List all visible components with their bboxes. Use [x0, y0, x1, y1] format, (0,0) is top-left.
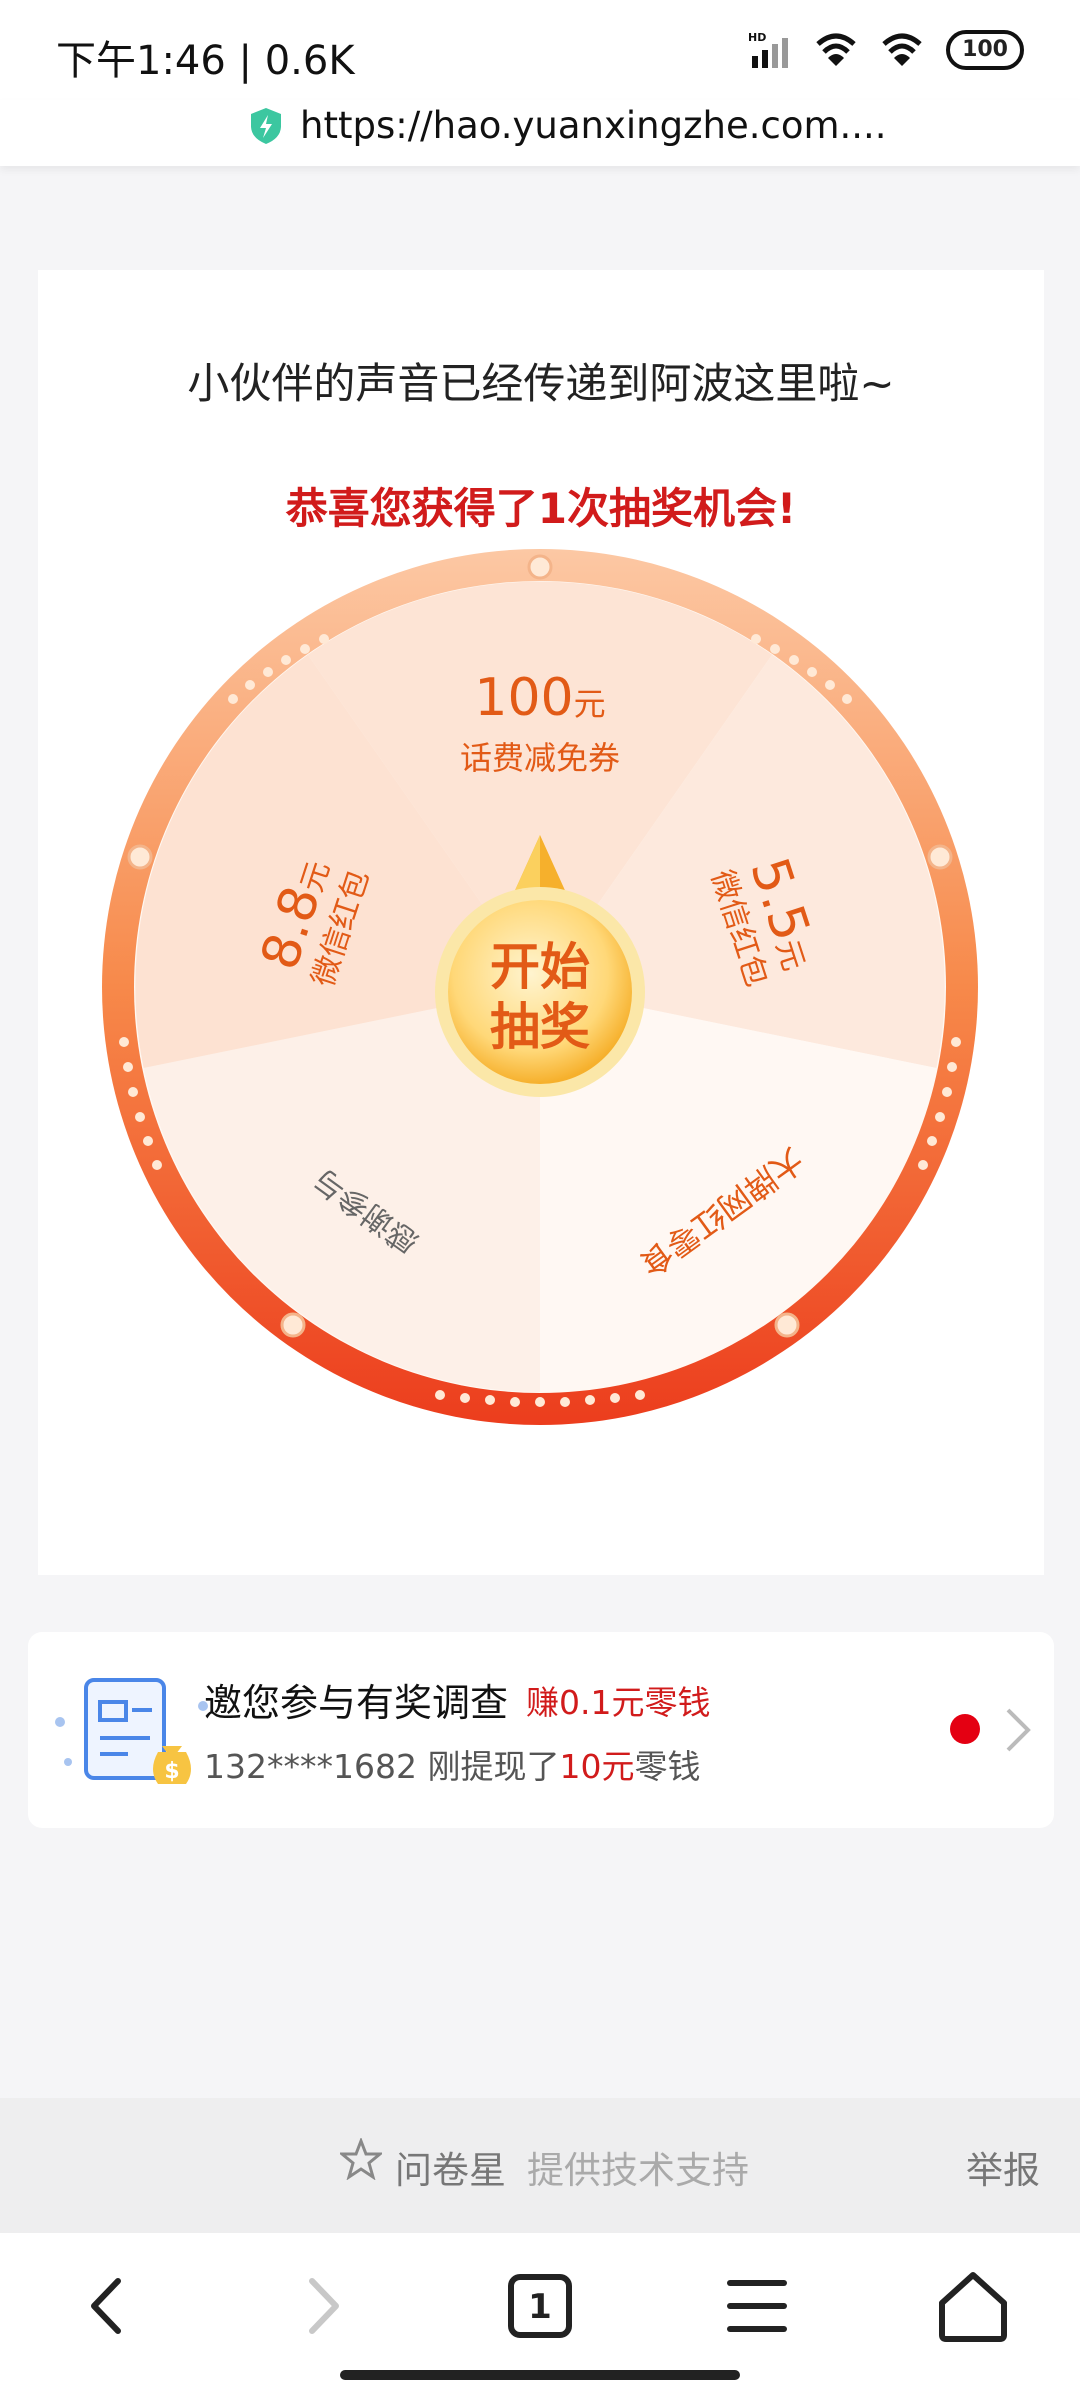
chevron-right-icon[interactable] [998, 1702, 1038, 1758]
address-bar[interactable]: https://hao.yuanxingzhe.com.... [0, 100, 1080, 166]
page-title: 小伙伴的声音已经传递到阿波这里啦~ [187, 359, 895, 408]
lottery-card: 小伙伴的声音已经传递到阿波这里啦~ 恭喜您获得了1次抽奖机会! 100元 话费减… [38, 270, 1044, 1575]
secure-shield-icon [251, 108, 281, 144]
star-icon [340, 2138, 382, 2180]
notification-dot [950, 1714, 980, 1744]
status-time: 下午1:46 | 0.6K [56, 38, 355, 84]
page-footer: 问卷星 提供技术支持 举报 [0, 2098, 1080, 2233]
ticker-amount: 10元 [559, 1747, 635, 1786]
survey-document-icon: $ [55, 1678, 208, 1784]
wjx-brand-link[interactable]: 问卷星 [395, 2140, 506, 2194]
back-icon[interactable] [62, 2261, 152, 2351]
start-button-line2: 抽奖 [490, 998, 590, 1056]
lottery-chance-message: 恭喜您获得了1次抽奖机会! [285, 484, 797, 533]
survey-title: 邀您参与有奖调查 [204, 1681, 509, 1725]
status-icons: HD 100 [748, 30, 1024, 70]
ticker-user: 132****1682 刚提现了 [204, 1747, 560, 1786]
url-text[interactable]: https://hao.yuanxingzhe.com.... [300, 104, 887, 147]
ticker-suffix: 零钱 [634, 1747, 701, 1786]
status-bar: 下午1:46 | 0.6K HD 100 [0, 0, 1080, 100]
prize-top-label: 话费减免券 [460, 739, 620, 777]
wifi-icon [816, 33, 856, 66]
tabs-icon[interactable]: 1 [495, 2261, 585, 2351]
survey-reward: 赚0.1元零钱 [526, 1683, 711, 1722]
prize-wheel: 100元 话费减免券 8.8元 微信红包 5.5元 微信红包 大牌网红零食 感谢… [102, 549, 978, 1425]
start-button-line1: 开始 [490, 938, 590, 996]
tech-support-text: 提供技术支持 [527, 2149, 749, 2192]
report-link[interactable]: 举报 [966, 2140, 1040, 2194]
survey-withdraw-ticker: 132****1682 刚提现了10元零钱 [204, 1740, 700, 1788]
survey-invite-card[interactable]: $ 邀您参与有奖调查 赚0.1元零钱 132****1682 刚提现了10元零钱 [28, 1632, 1054, 1828]
svg-text:1: 1 [528, 2287, 552, 2327]
signal-icon: HD [748, 31, 789, 68]
wifi-icon-2 [882, 33, 922, 66]
gesture-bar[interactable] [340, 2370, 740, 2380]
menu-icon[interactable] [712, 2261, 802, 2351]
forward-icon[interactable] [278, 2261, 368, 2351]
home-icon[interactable] [928, 2261, 1018, 2351]
svg-text:$: $ [164, 1759, 179, 1784]
battery-indicator: 100 [946, 30, 1024, 70]
svg-text:HD: HD [748, 31, 766, 44]
